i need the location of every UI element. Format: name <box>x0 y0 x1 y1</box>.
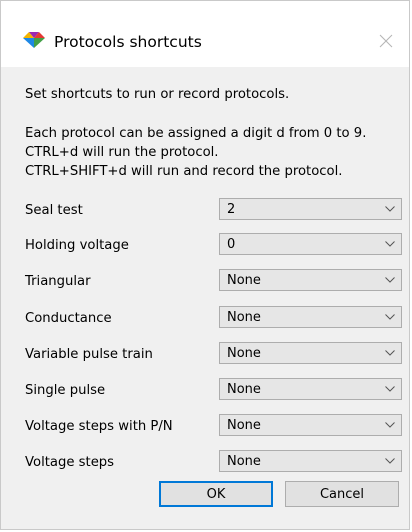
row-label-seal-test: Seal test <box>25 203 83 218</box>
description-record-info: CTRL+SHIFT+d will run and record the pro… <box>25 164 343 179</box>
description-run-info: CTRL+d will run the protocol. <box>25 145 219 160</box>
row-label-conductance: Conductance <box>25 311 112 326</box>
combo-value: 2 <box>227 202 236 217</box>
chevron-down-icon <box>385 241 395 247</box>
row-label-variable-pulse-train: Variable pulse train <box>25 347 153 362</box>
close-button[interactable] <box>371 27 401 55</box>
combo-value: None <box>227 310 261 325</box>
app-icon <box>23 32 45 48</box>
combo-value: None <box>227 454 261 469</box>
description-intro: Set shortcuts to run or record protocols… <box>25 87 290 102</box>
chevron-down-icon <box>385 350 395 356</box>
combo-value: None <box>227 418 261 433</box>
row-label-voltage-steps-pn: Voltage steps with P/N <box>25 419 173 434</box>
shortcut-combo-voltage-steps-pn[interactable]: None <box>219 414 402 436</box>
row-label-holding-voltage: Holding voltage <box>25 238 129 253</box>
shortcut-combo-holding-voltage[interactable]: 0 <box>219 233 402 255</box>
close-icon <box>379 34 393 48</box>
dialog-body: Set shortcuts to run or record protocols… <box>1 67 409 529</box>
shortcut-combo-voltage-steps[interactable]: None <box>219 450 402 472</box>
shortcut-combo-triangular[interactable]: None <box>219 269 402 291</box>
window-title: Protocols shortcuts <box>54 33 202 51</box>
cancel-button[interactable]: Cancel <box>285 481 399 507</box>
chevron-down-icon <box>385 277 395 283</box>
shortcut-combo-single-pulse[interactable]: None <box>219 378 402 400</box>
combo-value: None <box>227 346 261 361</box>
chevron-down-icon <box>385 422 395 428</box>
chevron-down-icon <box>385 314 395 320</box>
shortcut-combo-variable-pulse-train[interactable]: None <box>219 342 402 364</box>
chevron-down-icon <box>385 206 395 212</box>
row-label-single-pulse: Single pulse <box>25 383 106 398</box>
description-digit-info: Each protocol can be assigned a digit d … <box>25 126 367 141</box>
shortcut-combo-conductance[interactable]: None <box>219 306 402 328</box>
ok-button[interactable]: OK <box>159 481 273 507</box>
chevron-down-icon <box>385 458 395 464</box>
title-bar: Protocols shortcuts <box>1 1 409 67</box>
combo-value: 0 <box>227 237 236 252</box>
row-label-triangular: Triangular <box>25 274 91 289</box>
shortcut-combo-seal-test[interactable]: 2 <box>219 198 402 220</box>
combo-value: None <box>227 382 261 397</box>
combo-value: None <box>227 273 261 288</box>
protocols-shortcuts-dialog: Protocols shortcuts Set shortcuts to run… <box>0 0 410 530</box>
row-label-voltage-steps: Voltage steps <box>25 455 115 470</box>
chevron-down-icon <box>385 386 395 392</box>
